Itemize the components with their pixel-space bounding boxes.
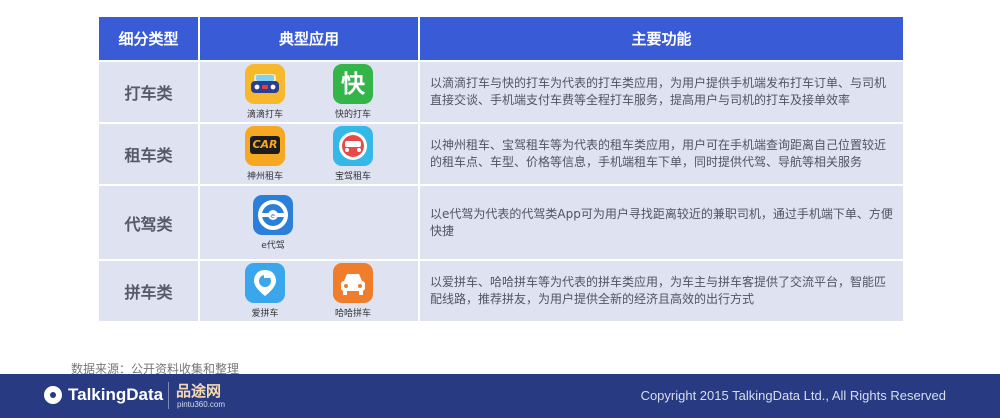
kuaidi-glyph: 快 — [341, 70, 365, 98]
header-function: 主要功能 — [420, 17, 903, 60]
category-cell: 拼车类 — [99, 261, 198, 321]
category-cell: 租车类 — [99, 124, 198, 184]
app-label: 快的打车 — [334, 110, 371, 120]
app-didi: 滴滴打车 — [236, 64, 294, 120]
segment-table: 细分类型 典型应用 主要功能 打车类 滴滴打车 快 快的打车 以滴滴打车与快的打… — [97, 15, 905, 323]
app-aipinche: 爱拼车 — [236, 263, 294, 319]
table-header-row: 细分类型 典型应用 主要功能 — [99, 17, 903, 60]
steering-wheel-icon: e — [253, 194, 293, 235]
car-logo-icon: CAR — [245, 126, 285, 166]
didi-taxi-icon — [245, 64, 285, 104]
car-face-icon — [333, 126, 373, 166]
description-cell: 以e代驾为代表的代驾类App可为用户寻找距离较近的兼职司机，通过手机端下单、方便… — [420, 186, 903, 259]
talkingdata-logo-icon — [44, 385, 62, 404]
app-label: 神州租车 — [246, 172, 283, 182]
app-hahapinche: 哈哈拼车 — [324, 263, 382, 319]
table-row: 代驾类 e e代驾 以e代驾为代表的代驾类App可为用户寻找距离较近的兼职司机，… — [99, 186, 903, 259]
apps-cell: 爱拼车 哈哈拼车 — [200, 261, 418, 321]
header-category: 细分类型 — [99, 17, 198, 60]
apps-cell: CAR 神州租车 宝驾租车 — [200, 124, 418, 184]
category-cell: 代驾类 — [99, 186, 198, 259]
talkingdata-logo: TalkingData — [44, 385, 163, 405]
header-apps: 典型应用 — [200, 17, 418, 60]
app-baojia: 宝驾租车 — [324, 126, 382, 182]
footer-divider — [168, 382, 169, 409]
svg-text:e: e — [271, 213, 275, 220]
apps-cell: e e代驾 — [200, 186, 418, 259]
apps-cell: 滴滴打车 快 快的打车 — [200, 62, 418, 122]
description-cell: 以神州租车、宝驾租车等为代表的租车类应用，用户可在手机端查询距离自己位置较近的租… — [420, 124, 903, 184]
app-shenzhou: CAR 神州租车 — [236, 126, 294, 182]
app-kuaidi: 快 快的打车 — [324, 64, 382, 120]
app-edaijia: e e代驾 — [244, 194, 302, 251]
partner-name: 品途网 — [176, 382, 222, 400]
description-cell: 以滴滴打车与快的打车为代表的打车类应用，为用户提供手机端发布打车订单、与司机直接… — [420, 62, 903, 122]
table-row: 拼车类 爱拼车 哈哈拼车 以爱拼车、哈哈拼车等为代表的拼车类应用，为车主与拼车客… — [99, 261, 903, 321]
location-pin-icon — [245, 263, 285, 303]
footer-bar: TalkingData 品途网 pintu360.com Copyright 2… — [0, 374, 1000, 418]
app-label: 哈哈拼车 — [334, 309, 371, 319]
car-front-icon — [333, 263, 373, 303]
category-cell: 打车类 — [99, 62, 198, 122]
app-label: 滴滴打车 — [246, 110, 283, 120]
table-row: 打车类 滴滴打车 快 快的打车 以滴滴打车与快的打车为代表的打车类应用，为用户提… — [99, 62, 903, 122]
app-label: e代驾 — [261, 240, 285, 251]
table-row: 租车类 CAR 神州租车 宝驾租车 以神州租车、宝驾租车等为代表的租车类应用，用… — [99, 124, 903, 184]
brand-name: TalkingData — [68, 385, 164, 404]
description-cell: 以爱拼车、哈哈拼车等为代表的拼车类应用，为车主与拼车客提供了交流平台，智能匹配线… — [420, 261, 903, 321]
shenzhou-glyph: CAR — [252, 138, 278, 151]
partner-url: pintu360.com — [177, 400, 226, 409]
copyright-text: Copyright 2015 TalkingData Ltd., All Rig… — [640, 388, 946, 403]
app-label: 宝驾租车 — [334, 172, 371, 182]
app-label: 爱拼车 — [251, 309, 279, 319]
kuaidi-taxi-icon: 快 — [333, 64, 373, 104]
